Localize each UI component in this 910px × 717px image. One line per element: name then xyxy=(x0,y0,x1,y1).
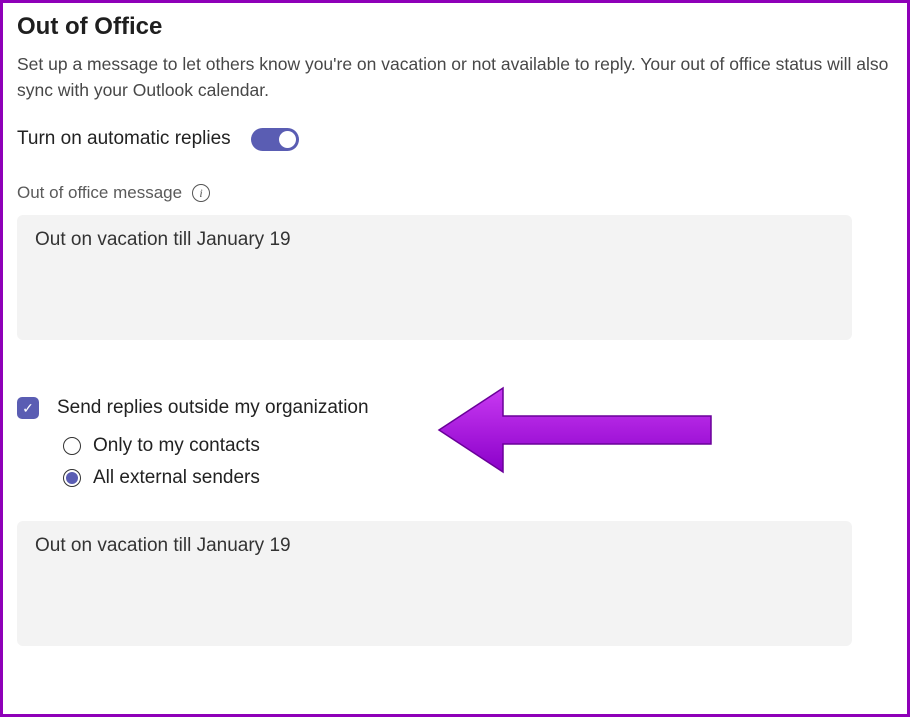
automatic-replies-toggle-row: Turn on automatic replies xyxy=(17,128,893,151)
send-outside-radio-group: Only to my contacts All external senders xyxy=(63,435,893,489)
radio-label-contacts: Only to my contacts xyxy=(93,435,260,457)
send-outside-section: ✓ Send replies outside my organization O… xyxy=(17,397,893,651)
radio-label-all-external: All external senders xyxy=(93,467,260,489)
description-text: Set up a message to let others know you'… xyxy=(17,51,893,104)
settings-panel: Out of Office Set up a message to let ot… xyxy=(0,0,910,717)
automatic-replies-toggle-label: Turn on automatic replies xyxy=(17,128,231,150)
page-title: Out of Office xyxy=(17,13,893,41)
send-outside-checkbox-row[interactable]: ✓ Send replies outside my organization xyxy=(17,397,893,419)
message-label: Out of office message xyxy=(17,183,182,203)
checkmark-icon: ✓ xyxy=(22,401,34,415)
message-label-row: Out of office message i xyxy=(17,183,893,203)
radio-only-contacts[interactable]: Only to my contacts xyxy=(63,435,893,457)
radio-button[interactable] xyxy=(63,437,81,455)
external-message-input[interactable] xyxy=(17,521,852,646)
send-outside-checkbox[interactable]: ✓ xyxy=(17,397,39,419)
automatic-replies-toggle[interactable] xyxy=(251,128,299,151)
out-of-office-message-input[interactable] xyxy=(17,215,852,340)
info-icon[interactable]: i xyxy=(192,184,210,202)
toggle-knob xyxy=(279,131,296,148)
send-outside-label: Send replies outside my organization xyxy=(57,397,369,419)
radio-all-external[interactable]: All external senders xyxy=(63,467,893,489)
radio-dot xyxy=(66,472,78,484)
radio-button[interactable] xyxy=(63,469,81,487)
